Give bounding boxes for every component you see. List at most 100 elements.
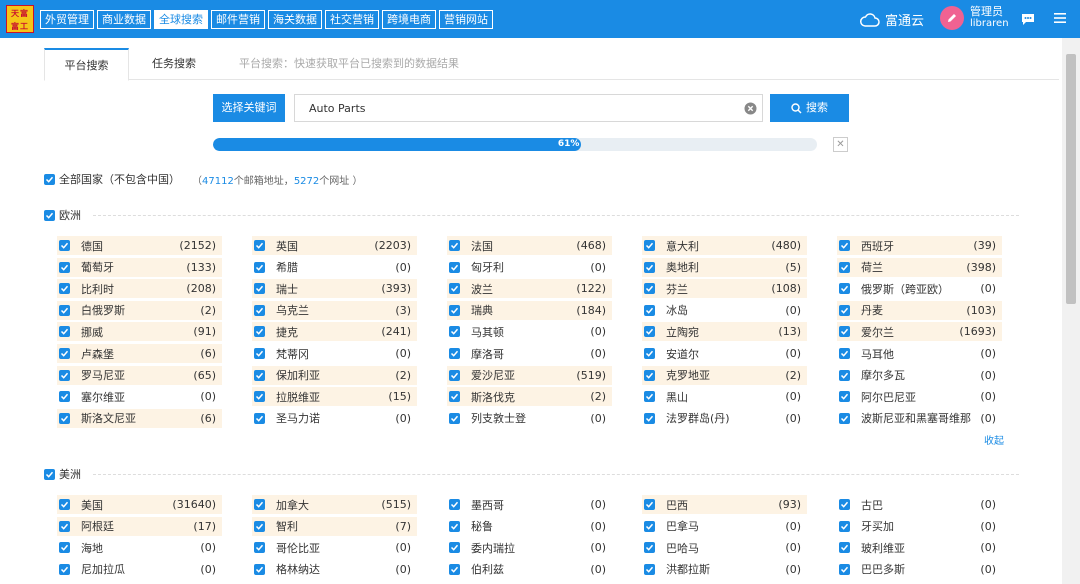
country-item[interactable]: 乌克兰 (3) [252,300,417,320]
country-checkbox[interactable] [59,283,70,295]
country-item[interactable]: 梵蒂冈 (0) [252,344,417,363]
country-item[interactable]: 卢森堡 (6) [57,344,222,363]
nav-customs-data[interactable]: 海关数据 [268,10,322,29]
country-item[interactable]: 荷兰 (398) [837,257,1002,277]
country-item[interactable]: 匈牙利 (0) [447,258,612,277]
country-item[interactable]: 阿根廷 (17) [57,516,222,536]
country-checkbox[interactable] [254,326,265,338]
country-item[interactable]: 摩洛哥 (0) [447,344,612,363]
europe-checkbox[interactable] [44,209,55,221]
country-checkbox[interactable] [839,563,850,575]
nav-trade-management[interactable]: 外贸管理 [40,10,94,29]
country-item[interactable]: 美国 (31640) [57,495,222,514]
country-checkbox[interactable] [59,520,70,532]
country-item[interactable]: 芬兰 (108) [642,279,807,299]
country-item[interactable]: 斯洛伐克 (2) [447,387,612,407]
all-countries-checkbox[interactable] [44,173,55,185]
country-checkbox[interactable] [449,520,460,532]
search-button[interactable]: 搜索 [770,94,849,122]
nav-email-marketing[interactable]: 邮件营销 [211,10,265,29]
country-item[interactable]: 列支敦士登 (0) [447,409,612,428]
country-checkbox[interactable] [839,261,850,273]
country-item[interactable]: 瑞典 (184) [447,300,612,320]
country-item[interactable]: 西班牙 (39) [837,236,1002,255]
country-item[interactable]: 洪都拉斯 (0) [642,560,807,579]
cloud-brand[interactable]: 富通云 [860,10,924,29]
country-item[interactable]: 拉脱维亚 (15) [252,387,417,407]
nav-marketing-site[interactable]: 营销网站 [439,10,493,29]
country-checkbox[interactable] [449,348,460,359]
country-checkbox[interactable] [449,563,460,575]
country-checkbox[interactable] [839,348,850,359]
country-item[interactable]: 马其顿 (0) [447,322,612,341]
country-checkbox[interactable] [254,240,265,251]
country-item[interactable]: 法罗群岛(丹) (0) [642,409,807,428]
country-item[interactable]: 秘鲁 (0) [447,517,612,536]
country-checkbox[interactable] [644,304,655,316]
country-checkbox[interactable] [644,542,655,554]
country-item[interactable]: 黑山 (0) [642,387,807,406]
country-checkbox[interactable] [644,348,655,359]
hamburger-menu-icon[interactable] [1053,11,1067,25]
country-checkbox[interactable] [254,563,265,575]
country-checkbox[interactable] [59,261,70,273]
country-checkbox[interactable] [59,240,70,251]
country-checkbox[interactable] [449,304,460,316]
country-checkbox[interactable] [839,391,850,403]
country-item[interactable]: 智利 (7) [252,516,417,536]
country-item[interactable]: 巴拿马 (0) [642,517,807,536]
nav-cross-border[interactable]: 跨境电商 [382,10,436,29]
country-item[interactable]: 奥地利 (5) [642,257,807,277]
country-checkbox[interactable] [449,542,460,554]
country-checkbox[interactable] [449,283,460,295]
country-item[interactable]: 玻利维亚 (0) [837,538,1002,557]
progress-close-button[interactable]: ✕ [833,137,848,152]
country-checkbox[interactable] [644,391,655,403]
country-item[interactable]: 丹麦 (103) [837,300,1002,320]
country-checkbox[interactable] [449,499,460,510]
country-item[interactable]: 爱沙尼亚 (519) [447,365,612,385]
page-scrollbar[interactable] [1062,38,1080,584]
country-checkbox[interactable] [254,391,265,403]
country-item[interactable]: 德国 (2152) [57,236,222,255]
country-item[interactable]: 捷克 (241) [252,322,417,342]
country-item[interactable]: 白俄罗斯 (2) [57,300,222,320]
country-checkbox[interactable] [59,499,70,510]
country-item[interactable]: 牙买加 (0) [837,517,1002,536]
country-item[interactable]: 英国 (2203) [252,236,417,255]
country-item[interactable]: 葡萄牙 (133) [57,257,222,277]
country-item[interactable]: 波斯尼亚和黑塞哥维那 (0) [837,409,1002,428]
search-input[interactable] [294,94,763,122]
clear-icon[interactable] [744,102,757,115]
country-item[interactable]: 俄罗斯（跨亚欧） (0) [837,279,1002,298]
country-checkbox[interactable] [644,563,655,575]
country-item[interactable]: 意大利 (480) [642,236,807,255]
country-checkbox[interactable] [59,391,70,403]
nav-business-data[interactable]: 商业数据 [97,10,151,29]
country-checkbox[interactable] [449,412,460,424]
country-checkbox[interactable] [254,542,265,554]
country-checkbox[interactable] [449,326,460,338]
country-item[interactable]: 海地 (0) [57,538,222,557]
select-keyword-button[interactable]: 选择关键词 [213,94,285,122]
country-checkbox[interactable] [254,348,265,359]
country-checkbox[interactable] [254,520,265,532]
country-item[interactable]: 冰岛 (0) [642,301,807,320]
country-item[interactable]: 古巴 (0) [837,495,1002,514]
country-checkbox[interactable] [59,542,70,554]
user-menu[interactable]: 管理员 libraren [940,6,1009,30]
country-checkbox[interactable] [644,326,655,338]
country-checkbox[interactable] [839,326,850,338]
country-checkbox[interactable] [839,304,850,316]
country-checkbox[interactable] [839,369,850,381]
country-checkbox[interactable] [59,412,70,424]
country-item[interactable]: 挪威 (91) [57,322,222,342]
country-item[interactable]: 加拿大 (515) [252,495,417,514]
country-item[interactable]: 立陶宛 (13) [642,322,807,342]
country-checkbox[interactable] [449,240,460,251]
country-item[interactable]: 哥伦比亚 (0) [252,538,417,557]
nav-social-marketing[interactable]: 社交营销 [325,10,379,29]
country-item[interactable]: 伯利兹 (0) [447,560,612,579]
country-checkbox[interactable] [254,304,265,316]
country-item[interactable]: 希腊 (0) [252,258,417,277]
